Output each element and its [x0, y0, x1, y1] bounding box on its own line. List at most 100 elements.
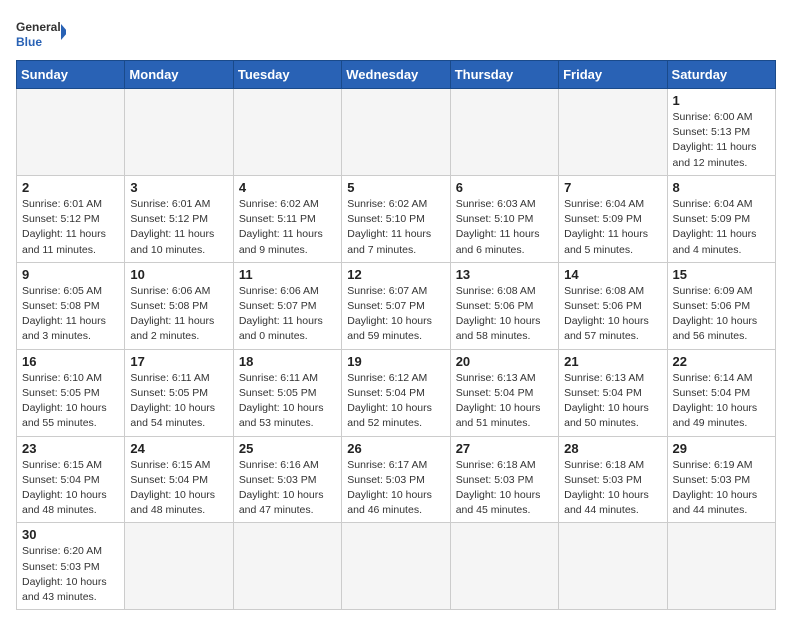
calendar-cell	[559, 89, 667, 176]
day-number: 27	[456, 441, 553, 456]
calendar-cell	[125, 523, 233, 610]
calendar-cell: 26Sunrise: 6:17 AM Sunset: 5:03 PM Dayli…	[342, 436, 450, 523]
calendar-week-row: 16 Sunrise: 6:10 AM Sunset: 5:05 PM Dayli…	[17, 349, 776, 436]
day-number: 28	[564, 441, 661, 456]
column-header-saturday: Saturday	[667, 61, 775, 89]
day-info: Sunrise: 6:06 AM Sunset: 5:08 PM Dayligh…	[130, 284, 227, 345]
day-number: 30	[22, 527, 119, 542]
calendar-cell: 27 Sunrise: 6:18 AM Sunset: 5:03 PM Dayli…	[450, 436, 558, 523]
day-info: Sunrise: 6:08 AM Sunset: 5:06 PM Dayligh…	[564, 284, 661, 345]
column-header-tuesday: Tuesday	[233, 61, 341, 89]
calendar-cell	[559, 523, 667, 610]
calendar-table: SundayMondayTuesdayWednesdayThursdayFrid…	[16, 60, 776, 610]
day-info: Sunrise: 6:16 AM Sunset: 5:03 PM Dayligh…	[239, 458, 336, 519]
calendar-week-row: 2 Sunrise: 6:01 AM Sunset: 5:12 PM Daylig…	[17, 175, 776, 262]
day-info: Sunrise: 6:15 AM Sunset: 5:04 PM Dayligh…	[130, 458, 227, 519]
svg-text:Blue: Blue	[16, 35, 42, 49]
day-number: 20	[456, 354, 553, 369]
calendar-cell: 6Sunrise: 6:03 AM Sunset: 5:10 PM Daylig…	[450, 175, 558, 262]
calendar-cell	[450, 89, 558, 176]
day-info: Sunrise: 6:00 AM Sunset: 5:13 PM Dayligh…	[673, 110, 770, 171]
day-info: Sunrise: 6:14 AM Sunset: 5:04 PM Dayligh…	[673, 371, 770, 432]
calendar-cell: 15 Sunrise: 6:09 AM Sunset: 5:06 PM Dayli…	[667, 262, 775, 349]
day-info: Sunrise: 6:08 AM Sunset: 5:06 PM Dayligh…	[456, 284, 553, 345]
calendar-cell: 29Sunrise: 6:19 AM Sunset: 5:03 PM Dayli…	[667, 436, 775, 523]
day-info: Sunrise: 6:19 AM Sunset: 5:03 PM Dayligh…	[673, 458, 770, 519]
calendar-cell: 17 Sunrise: 6:11 AM Sunset: 5:05 PM Dayli…	[125, 349, 233, 436]
calendar-week-row: 9Sunrise: 6:05 AM Sunset: 5:08 PM Daylig…	[17, 262, 776, 349]
day-info: Sunrise: 6:02 AM Sunset: 5:11 PM Dayligh…	[239, 197, 336, 258]
calendar-cell: 10 Sunrise: 6:06 AM Sunset: 5:08 PM Dayli…	[125, 262, 233, 349]
calendar-cell: 2 Sunrise: 6:01 AM Sunset: 5:12 PM Daylig…	[17, 175, 125, 262]
day-number: 6	[456, 180, 553, 195]
calendar-cell: 3 Sunrise: 6:01 AM Sunset: 5:12 PM Daylig…	[125, 175, 233, 262]
day-number: 17	[130, 354, 227, 369]
day-info: Sunrise: 6:18 AM Sunset: 5:03 PM Dayligh…	[456, 458, 553, 519]
calendar-cell: 13 Sunrise: 6:08 AM Sunset: 5:06 PM Dayli…	[450, 262, 558, 349]
day-info: Sunrise: 6:01 AM Sunset: 5:12 PM Dayligh…	[130, 197, 227, 258]
day-number: 2	[22, 180, 119, 195]
day-number: 12	[347, 267, 444, 282]
calendar-cell: 18Sunrise: 6:11 AM Sunset: 5:05 PM Dayli…	[233, 349, 341, 436]
day-info: Sunrise: 6:04 AM Sunset: 5:09 PM Dayligh…	[564, 197, 661, 258]
column-header-wednesday: Wednesday	[342, 61, 450, 89]
page-header: General Blue	[16, 16, 776, 52]
calendar-week-row: 23 Sunrise: 6:15 AM Sunset: 5:04 PM Dayli…	[17, 436, 776, 523]
day-number: 10	[130, 267, 227, 282]
day-info: Sunrise: 6:01 AM Sunset: 5:12 PM Dayligh…	[22, 197, 119, 258]
day-number: 5	[347, 180, 444, 195]
day-number: 24	[130, 441, 227, 456]
calendar-cell: 8 Sunrise: 6:04 AM Sunset: 5:09 PM Daylig…	[667, 175, 775, 262]
day-number: 16	[22, 354, 119, 369]
day-info: Sunrise: 6:07 AM Sunset: 5:07 PM Dayligh…	[347, 284, 444, 345]
calendar-cell	[667, 523, 775, 610]
day-number: 23	[22, 441, 119, 456]
calendar-cell: 19Sunrise: 6:12 AM Sunset: 5:04 PM Dayli…	[342, 349, 450, 436]
calendar-header-row: SundayMondayTuesdayWednesdayThursdayFrid…	[17, 61, 776, 89]
day-number: 18	[239, 354, 336, 369]
calendar-week-row: 1 Sunrise: 6:00 AM Sunset: 5:13 PM Daylig…	[17, 89, 776, 176]
day-number: 13	[456, 267, 553, 282]
day-info: Sunrise: 6:13 AM Sunset: 5:04 PM Dayligh…	[564, 371, 661, 432]
day-info: Sunrise: 6:04 AM Sunset: 5:09 PM Dayligh…	[673, 197, 770, 258]
day-number: 11	[239, 267, 336, 282]
calendar-cell: 23Sunrise: 6:15 AM Sunset: 5:04 PM Dayli…	[17, 436, 125, 523]
calendar-cell: 9Sunrise: 6:05 AM Sunset: 5:08 PM Daylig…	[17, 262, 125, 349]
day-info: Sunrise: 6:02 AM Sunset: 5:10 PM Dayligh…	[347, 197, 444, 258]
day-info: Sunrise: 6:05 AM Sunset: 5:08 PM Dayligh…	[22, 284, 119, 345]
day-info: Sunrise: 6:10 AM Sunset: 5:05 PM Dayligh…	[22, 371, 119, 432]
column-header-sunday: Sunday	[17, 61, 125, 89]
calendar-cell: 20 Sunrise: 6:13 AM Sunset: 5:04 PM Dayli…	[450, 349, 558, 436]
day-number: 8	[673, 180, 770, 195]
day-info: Sunrise: 6:06 AM Sunset: 5:07 PM Dayligh…	[239, 284, 336, 345]
calendar-cell	[450, 523, 558, 610]
day-info: Sunrise: 6:11 AM Sunset: 5:05 PM Dayligh…	[130, 371, 227, 432]
calendar-cell: 4Sunrise: 6:02 AM Sunset: 5:11 PM Daylig…	[233, 175, 341, 262]
calendar-week-row: 30Sunrise: 6:20 AM Sunset: 5:03 PM Dayli…	[17, 523, 776, 610]
column-header-thursday: Thursday	[450, 61, 558, 89]
day-info: Sunrise: 6:09 AM Sunset: 5:06 PM Dayligh…	[673, 284, 770, 345]
logo: General Blue	[16, 16, 66, 52]
calendar-cell	[342, 523, 450, 610]
day-number: 22	[673, 354, 770, 369]
calendar-cell: 1 Sunrise: 6:00 AM Sunset: 5:13 PM Daylig…	[667, 89, 775, 176]
calendar-cell: 12 Sunrise: 6:07 AM Sunset: 5:07 PM Dayli…	[342, 262, 450, 349]
day-info: Sunrise: 6:13 AM Sunset: 5:04 PM Dayligh…	[456, 371, 553, 432]
day-number: 3	[130, 180, 227, 195]
day-number: 21	[564, 354, 661, 369]
calendar-cell: 11 Sunrise: 6:06 AM Sunset: 5:07 PM Dayli…	[233, 262, 341, 349]
generalblue-logo: General Blue	[16, 16, 66, 52]
day-number: 19	[347, 354, 444, 369]
day-number: 1	[673, 93, 770, 108]
column-header-friday: Friday	[559, 61, 667, 89]
day-number: 15	[673, 267, 770, 282]
calendar-cell: 24 Sunrise: 6:15 AM Sunset: 5:04 PM Dayli…	[125, 436, 233, 523]
column-header-monday: Monday	[125, 61, 233, 89]
calendar-cell	[233, 523, 341, 610]
calendar-cell: 30Sunrise: 6:20 AM Sunset: 5:03 PM Dayli…	[17, 523, 125, 610]
calendar-cell	[233, 89, 341, 176]
day-info: Sunrise: 6:18 AM Sunset: 5:03 PM Dayligh…	[564, 458, 661, 519]
calendar-cell	[17, 89, 125, 176]
calendar-cell: 25Sunrise: 6:16 AM Sunset: 5:03 PM Dayli…	[233, 436, 341, 523]
calendar-cell: 14Sunrise: 6:08 AM Sunset: 5:06 PM Dayli…	[559, 262, 667, 349]
